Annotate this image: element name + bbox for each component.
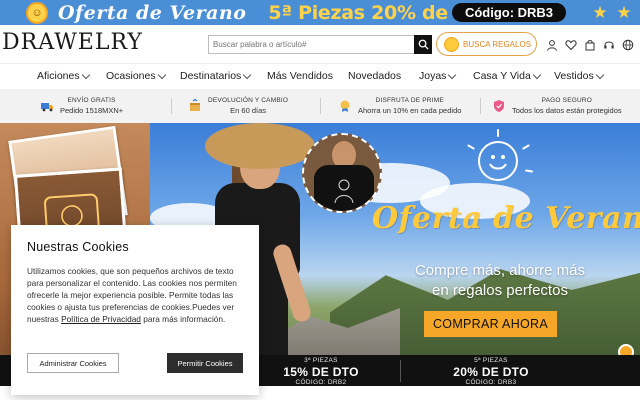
deal-item[interactable]: 5ª PIEZAS 20% DE DTO CÓDIGO: DRB3 (416, 357, 566, 386)
nav-item-joyas[interactable]: Joyas (419, 70, 457, 82)
promo-bar[interactable]: ☺ Oferta de Verano 5ª Piezas 20% de dto … (0, 0, 640, 25)
secure-shield-icon (494, 100, 504, 112)
chevron-down-icon (243, 70, 252, 79)
divider (171, 98, 172, 114)
benefit-title: DISFRUTA DE PRIME (375, 97, 444, 104)
deal-item[interactable]: 3ª PIEZAS 15% DE DTO CÓDIGO: DRB2 (246, 357, 396, 386)
star-icon: ★ (592, 3, 608, 22)
shop-now-button[interactable]: COMPRAR AHORA (424, 311, 557, 337)
nav-item-novedados[interactable]: Novedados (348, 70, 401, 82)
header-icons (545, 38, 634, 51)
cookie-consent-dialog: Nuestras Cookies Utilizamos cookies, que… (11, 225, 259, 395)
shirt-print-art (334, 179, 354, 204)
heart-icon[interactable] (564, 38, 577, 51)
sun-ray (524, 169, 534, 173)
product-closeup-circle (302, 133, 382, 213)
smiling-sun-icon (478, 141, 518, 181)
search-icon (418, 39, 429, 50)
prime-badge-icon (340, 100, 350, 112)
account-icon[interactable] (545, 38, 558, 51)
cookie-body-text: Utilizamos cookies, que son pequeños arc… (27, 266, 237, 324)
nav-item-mas-vendidos[interactable]: Más Vendidos (267, 70, 333, 82)
divider (320, 98, 321, 114)
benefit-free-shipping[interactable]: ENVÍO GRATIS Pedido 1518MXN+ (40, 94, 123, 118)
chevron-down-icon (448, 70, 457, 79)
search-button[interactable] (414, 35, 432, 54)
benefit-title: DEVOLUCIÓN Y CAMBIO (208, 97, 289, 104)
promo-code-badge[interactable]: Código: DRB3 (452, 3, 566, 22)
cookie-title: Nuestras Cookies (27, 240, 129, 254)
benefit-title: PAGO SEGURO (541, 97, 593, 104)
benefit-subtitle: Pedido 1518MXN+ (60, 106, 124, 115)
search-input[interactable] (209, 36, 414, 53)
nav-item-ocasiones[interactable]: Ocasiones (106, 70, 166, 82)
return-box-icon (190, 99, 200, 111)
divider (480, 98, 481, 114)
benefit-prime[interactable]: DISFRUTA DE PRIME Ahorra un 10% en cada … (338, 94, 461, 118)
nav-item-destinatarios[interactable]: Destinatarios (180, 70, 252, 82)
chevron-down-icon (595, 70, 604, 79)
benefit-title: ENVÍO GRATIS (67, 97, 116, 104)
cart-icon[interactable] (583, 38, 596, 51)
manage-cookies-button[interactable]: Administrar Cookies (27, 353, 119, 373)
divider (400, 360, 401, 382)
support-headset-icon[interactable] (602, 38, 615, 51)
star-icon: ★ (616, 3, 632, 22)
benefit-returns[interactable]: DEVOLUCIÓN Y CAMBIO En 60 días (188, 94, 288, 118)
benefit-subtitle: En 60 días (230, 106, 266, 115)
gift-finder-button[interactable]: BUSCA REGALOS (436, 32, 537, 56)
benefits-bar: ENVÍO GRATIS Pedido 1518MXN+ DEVOLUCIÓN … (0, 89, 640, 123)
hero-title: Oferta de Verano (372, 201, 640, 236)
benefit-subtitle: Todos los datos están protegidos (512, 106, 622, 115)
sun-icon (444, 36, 459, 52)
nav-item-casa-y-vida[interactable]: Casa Y Vida (473, 70, 542, 82)
sun-ray (497, 129, 499, 137)
sun-ray (522, 144, 530, 150)
site-header: DRAWELRY BUSCA REGALOS (0, 25, 640, 63)
chevron-down-icon (532, 70, 542, 79)
truck-icon (41, 103, 53, 112)
benefit-secure-payment[interactable]: PAGO SEGURO Todos los datos están proteg… (492, 94, 622, 118)
promo-title: Oferta de Verano (58, 1, 247, 24)
site-logo[interactable]: DRAWELRY (2, 30, 143, 55)
sun-ray (467, 144, 475, 150)
hero-subtitle: Compre más, ahorre más en regalos perfec… (414, 262, 586, 299)
sun-icon: ☺ (26, 1, 48, 24)
chevron-down-icon (157, 70, 166, 79)
chevron-down-icon (81, 70, 90, 79)
nav-item-aficiones[interactable]: Aficiones (37, 70, 90, 82)
search-bar (208, 35, 432, 54)
allow-cookies-button[interactable]: Permitir Cookies (167, 353, 243, 373)
model-sunhat (205, 123, 315, 169)
gift-finder-label: BUSCA REGALOS (463, 39, 532, 49)
benefit-subtitle: Ahorra un 10% en cada pedido (358, 106, 462, 115)
privacy-policy-link[interactable]: Política de Privacidad (61, 314, 141, 324)
globe-icon[interactable] (621, 38, 634, 51)
main-nav: Aficiones Ocasiones Destinatarios Más Ve… (0, 63, 640, 89)
nav-item-vestidos[interactable]: Vestidos (554, 70, 604, 82)
